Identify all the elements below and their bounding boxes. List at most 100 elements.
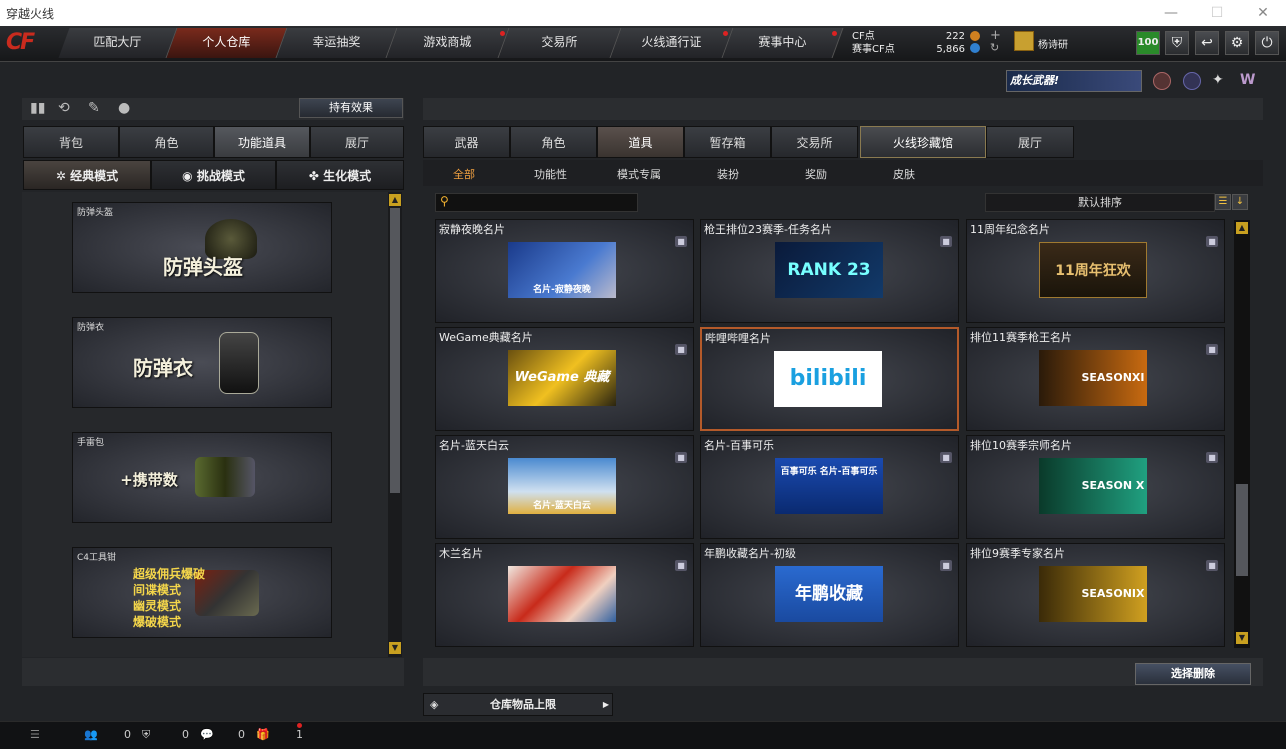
card-name: 名片-百事可乐 — [704, 439, 774, 452]
collection-card-selected[interactable]: 哔哩哔哩名片 bilibili — [700, 327, 959, 431]
collection-card[interactable]: 年鹏收藏名片-初级 ■ 年鹏收藏 — [700, 543, 959, 647]
card-name: 11周年纪念名片 — [970, 223, 1050, 236]
grenade-icon[interactable]: ● — [118, 100, 138, 118]
tab-character[interactable]: 角色 — [119, 126, 214, 158]
crosshair-icon[interactable] — [1183, 72, 1201, 90]
avatar[interactable] — [1014, 31, 1034, 51]
collection-card[interactable]: 名片-蓝天白云 ■ 名片-蓝天白云 — [435, 435, 694, 539]
subtab-skins[interactable]: 皮肤 — [893, 166, 915, 182]
tab-backpack[interactable]: 背包 — [23, 126, 119, 158]
collection-card[interactable]: 枪王排位23赛季-任务名片 ■ RANK 23 — [700, 219, 959, 323]
scroll-up-icon[interactable]: ▲ — [389, 194, 401, 206]
tab-event-center[interactable]: 赛事中心 — [722, 28, 844, 58]
card-image: RANK 23 — [775, 242, 883, 298]
select-delete-button[interactable]: 选择删除 — [1135, 663, 1251, 685]
spray-icon[interactable]: ✎ — [88, 100, 108, 118]
item-card[interactable]: C4工具钳 超级佣兵爆破 间谍模式 幽灵模式 爆破模式 — [72, 547, 332, 638]
shield-status-icon[interactable]: ⛨ — [142, 728, 150, 742]
tab-exhibition[interactable]: 展厅 — [986, 126, 1074, 158]
window-title: 穿越火线 — [6, 7, 55, 21]
w-logo-icon[interactable]: W — [1240, 72, 1260, 90]
refresh-icon[interactable]: ↻ — [990, 41, 999, 54]
collection-card[interactable]: 11周年纪念名片 ■ 11周年狂欢 — [966, 219, 1225, 323]
item-card[interactable]: 防弹衣 防弹衣 — [72, 317, 332, 408]
mode-biochem[interactable]: ✤ 生化模式 — [276, 160, 404, 190]
power-icon[interactable]: ⏻ — [1255, 31, 1279, 55]
username: 杨诗研 — [1038, 40, 1068, 51]
stats-icon[interactable]: ▮▮ — [30, 100, 50, 118]
tab-personal-storage[interactable]: 个人仓库 — [166, 28, 288, 58]
level-badge[interactable]: 100 — [1136, 31, 1160, 55]
currency-labels: CF点 赛事CF点 — [852, 30, 895, 56]
recycle-icon[interactable]: ⟲ — [58, 100, 78, 118]
scroll-up-icon[interactable]: ▲ — [1236, 222, 1248, 234]
collection-card[interactable]: 排位11赛季枪王名片 ■ SEASONXI — [966, 327, 1225, 431]
collection-card[interactable]: WeGame典藏名片 ■ WeGame 典藏 — [435, 327, 694, 431]
card-name: 排位11赛季枪王名片 — [970, 331, 1072, 344]
tab-temp-storage[interactable]: 暂存箱 — [684, 126, 771, 158]
shield-icon[interactable]: ⛨ — [1165, 31, 1189, 55]
card-image: SEASON X — [1039, 458, 1147, 514]
tab-game-mall[interactable]: 游戏商城 — [386, 28, 510, 58]
collection-card[interactable]: 木兰名片 ■ — [435, 543, 694, 647]
card-name: 哔哩哔哩名片 — [705, 332, 771, 345]
window-titlebar: 穿越火线 — ☐ ✕ — [0, 0, 1286, 26]
mode-classic[interactable]: ✲ 经典模式 — [23, 160, 151, 190]
tab-characters[interactable]: 角色 — [510, 126, 597, 158]
subtab-dressup[interactable]: 装扮 — [717, 166, 739, 182]
collection-card[interactable]: 排位10赛季宗师名片 ■ SEASON X — [966, 435, 1225, 539]
hold-effect-button[interactable]: 持有效果 — [299, 98, 403, 118]
tab-exchange[interactable]: 交易所 — [498, 28, 622, 58]
card-name: 名片-蓝天白云 — [439, 439, 509, 452]
menu-icon[interactable]: ☰ — [30, 728, 40, 741]
badge-icon[interactable] — [1153, 72, 1171, 90]
subtab-mode-exclusive[interactable]: 模式专属 — [617, 166, 661, 182]
gear-icon[interactable]: ⚙ — [1225, 31, 1249, 55]
collection-card[interactable]: 名片-百事可乐 ■ 百事可乐 名片-百事可乐 — [700, 435, 959, 539]
scroll-down-icon[interactable]: ▼ — [1236, 632, 1248, 644]
tab-collection[interactable]: 火线珍藏馆 — [860, 126, 986, 158]
close-icon[interactable]: ✕ — [1240, 0, 1286, 26]
storage-limit-button[interactable]: ◈ 仓库物品上限 ▶ — [423, 693, 613, 716]
subtab-rewards[interactable]: 奖励 — [805, 166, 827, 182]
mode-challenge[interactable]: ◉ 挑战模式 — [151, 160, 276, 190]
tab-lucky-draw[interactable]: 幸运抽奖 — [276, 28, 398, 58]
sparkle-icon[interactable]: ✦ — [1212, 72, 1230, 90]
subtab-functional[interactable]: 功能性 — [534, 166, 567, 182]
scroll-thumb[interactable] — [390, 208, 400, 493]
subtab-all[interactable]: 全部 — [453, 166, 475, 182]
friends-icon[interactable]: 👥 — [84, 728, 98, 741]
sort-direction-icon[interactable]: ↓ — [1232, 194, 1248, 210]
gift-icon[interactable]: 🎁 — [256, 728, 270, 741]
growth-weapon-banner[interactable]: 成长武器! — [1006, 70, 1142, 92]
minimize-icon[interactable]: — — [1148, 0, 1194, 26]
right-scrollbar[interactable]: ▲ ▼ — [1234, 220, 1250, 648]
sort-dropdown[interactable]: 默认排序 — [985, 193, 1215, 212]
chat-icon[interactable]: 💬 — [200, 728, 214, 741]
left-scrollbar[interactable]: ▲ ▼ — [388, 192, 402, 657]
return-icon[interactable]: ↩ — [1195, 31, 1219, 55]
storage-label: 仓库物品上限 — [490, 698, 556, 711]
item-card[interactable]: 手雷包 +携带数 — [72, 432, 332, 523]
currency-values: 222 5,866 — [920, 30, 965, 56]
tab-showroom[interactable]: 展厅 — [310, 126, 404, 158]
right-toolbar — [423, 98, 1263, 120]
tab-function-items[interactable]: 功能道具 — [214, 126, 310, 158]
card-image: WeGame 典藏 — [508, 350, 616, 406]
scroll-thumb[interactable] — [1236, 484, 1248, 576]
notification-dot — [832, 31, 837, 36]
tab-trade[interactable]: 交易所 — [771, 126, 858, 158]
card-image: 11周年狂欢 — [1039, 242, 1147, 298]
maximize-icon[interactable]: ☐ — [1194, 0, 1240, 26]
list-view-icon[interactable]: ☰ — [1215, 194, 1231, 210]
tab-items[interactable]: 道具 — [597, 126, 684, 158]
collection-card[interactable]: 寂静夜晚名片 ■ 名片-寂静夜晚 — [435, 219, 694, 323]
scroll-down-icon[interactable]: ▼ — [389, 642, 401, 654]
collection-card[interactable]: 排位9赛季专家名片 ■ SEASONIX — [966, 543, 1225, 647]
item-card[interactable]: 防弹头盔 防弹头盔 — [72, 202, 332, 293]
card-image: bilibili — [774, 351, 882, 407]
tab-battle-pass[interactable]: 火线通行证 — [610, 28, 734, 58]
tab-match-lobby[interactable]: 匹配大厅 — [58, 28, 178, 58]
search-input[interactable]: ⚲ — [435, 193, 638, 212]
tab-weapons[interactable]: 武器 — [423, 126, 510, 158]
